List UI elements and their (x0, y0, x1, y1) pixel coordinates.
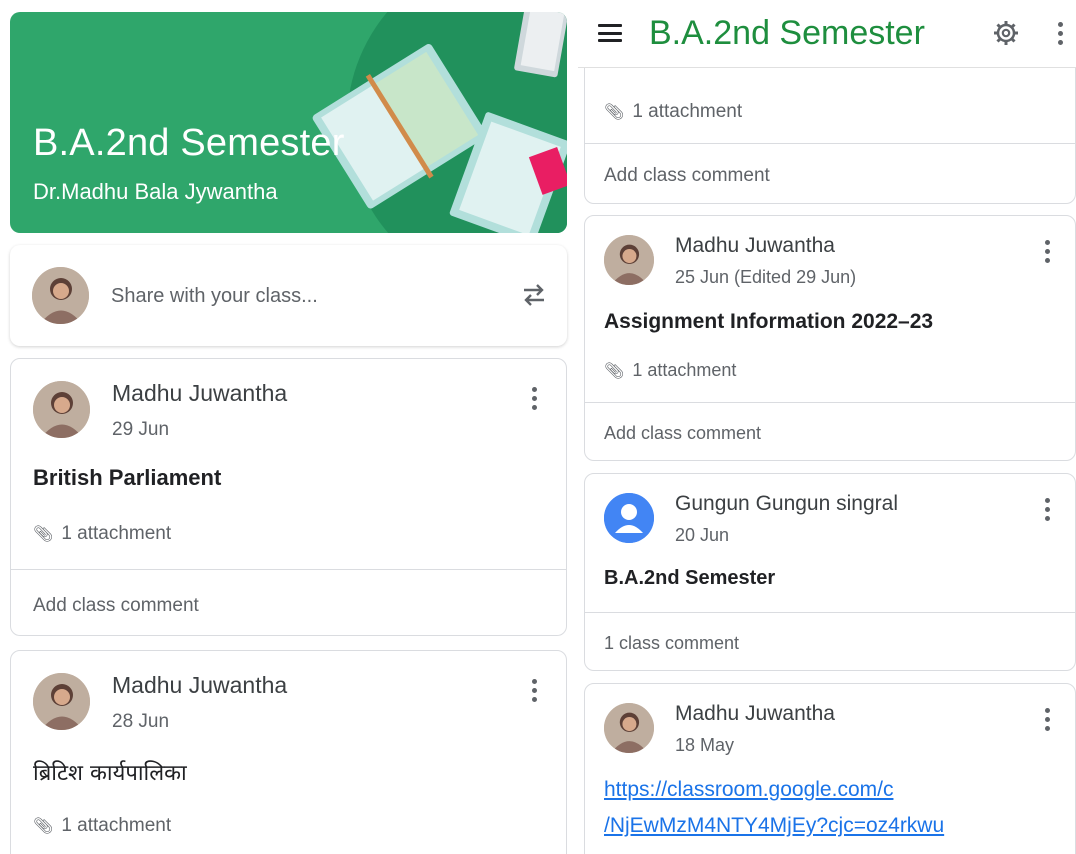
attachment-count[interactable]: 📎︎ 1 attachment (604, 360, 736, 381)
divider (585, 143, 1075, 144)
post-date: 29 Jun (112, 419, 170, 440)
post-title: B.A.2nd Semester (604, 567, 776, 589)
app-title: B.A.2nd Semester (649, 14, 925, 52)
avatar (32, 267, 89, 324)
post-card[interactable]: Madhu Juwantha 28 Jun ब्रिटिश कार्यपालिक… (10, 650, 567, 854)
attachment-count[interactable]: 📎︎ 1 attachment (33, 523, 171, 545)
attachment-label: 1 attachment (632, 360, 737, 380)
repost-icon[interactable] (519, 280, 549, 310)
post-card[interactable]: Madhu Juwantha 29 Jun British Parliament… (10, 358, 567, 636)
classroom-link[interactable]: https://classroom.google.com/c (604, 778, 893, 802)
post-author: Gungun Gungun singral (675, 492, 898, 515)
more-vert-icon[interactable] (1037, 704, 1057, 734)
teacher-name: Dr.Madhu Bala Jywantha (33, 179, 278, 204)
menu-icon[interactable] (598, 24, 622, 42)
post-author: Madhu Juwantha (675, 234, 835, 257)
avatar (33, 381, 90, 438)
attachment-count[interactable]: 📎︎ 1 attachment (604, 101, 742, 123)
add-comment-button[interactable]: Add class comment (604, 423, 761, 444)
divider (585, 612, 1075, 613)
default-user-icon (604, 493, 654, 543)
more-vert-icon[interactable] (524, 675, 544, 705)
divider (11, 569, 566, 570)
more-vert-icon[interactable] (524, 383, 544, 413)
post-title: Assignment Information 2022–23 (604, 310, 934, 333)
attachment-icon: 📎︎ (604, 363, 625, 380)
class-title: B.A.2nd Semester (33, 122, 345, 164)
post-date: 25 Jun (Edited 29 Jun) (675, 267, 857, 287)
post-author: Madhu Juwantha (112, 672, 288, 698)
add-comment-button[interactable]: Add class comment (604, 165, 770, 187)
divider (585, 402, 1075, 403)
post-author: Madhu Juwantha (675, 702, 835, 725)
post-card[interactable]: Madhu Juwantha 18 May https://classroom.… (584, 683, 1076, 854)
gear-icon[interactable] (992, 19, 1020, 47)
left-panel: B.A.2nd Semester Dr.Madhu Bala Jywantha … (0, 0, 578, 854)
class-banner[interactable]: B.A.2nd Semester Dr.Madhu Bala Jywantha (10, 12, 567, 233)
post-title: British Parliament (33, 465, 222, 490)
attachment-icon: 📎︎ (33, 818, 54, 835)
post-card[interactable]: Madhu Juwantha 25 Jun (Edited 29 Jun) As… (584, 215, 1076, 461)
attachment-icon: 📎︎ (604, 104, 625, 121)
post-card[interactable]: Gungun Gungun singral 20 Jun B.A.2nd Sem… (584, 473, 1076, 671)
attachment-count[interactable]: 📎︎ 1 attachment (33, 815, 171, 837)
avatar (604, 235, 654, 285)
classroom-link-cont[interactable]: /NjEwMzM4NTY4MjEy?cjc=oz4rkwu (604, 814, 944, 838)
more-vert-icon[interactable] (1037, 494, 1057, 524)
right-panel: B.A.2nd Semester 📎︎ 1 attachment Add clas… (578, 0, 1076, 854)
post-title: ब्रिटिश कार्यपालिका (33, 761, 187, 786)
attachment-label: 1 attachment (632, 101, 743, 122)
class-comments-link[interactable]: 1 class comment (604, 633, 739, 654)
more-vert-icon[interactable] (1050, 18, 1070, 48)
attachment-label: 1 attachment (61, 815, 172, 836)
attachment-label: 1 attachment (61, 523, 172, 544)
share-box[interactable]: Share with your class... (10, 245, 567, 346)
banner-illustration (312, 12, 567, 233)
post-date: 28 Jun (112, 711, 170, 732)
more-vert-icon[interactable] (1037, 236, 1057, 266)
post-author: Madhu Juwantha (112, 380, 288, 406)
avatar (33, 673, 90, 730)
attachment-icon: 📎︎ (33, 526, 54, 543)
avatar (604, 703, 654, 753)
app-bar: B.A.2nd Semester (578, 0, 1076, 68)
add-comment-button[interactable]: Add class comment (33, 595, 199, 617)
post-date: 20 Jun (675, 525, 730, 545)
share-input[interactable]: Share with your class... (111, 285, 318, 308)
post-date: 18 May (675, 735, 735, 755)
